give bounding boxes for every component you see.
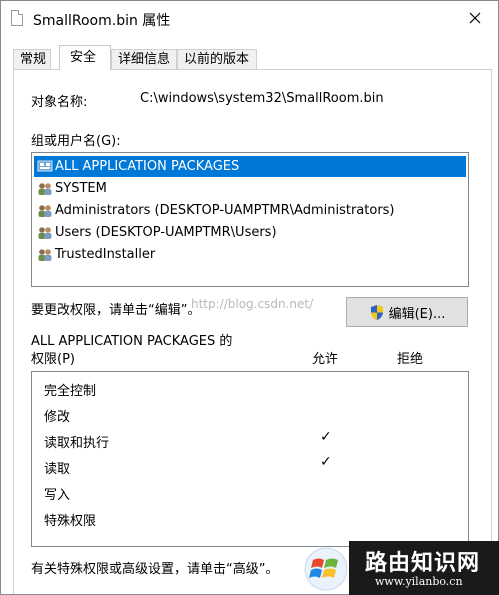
user-group-icon [38,227,52,239]
permissions-title: ALL APPLICATION PACKAGES 的 [31,334,233,349]
users-list[interactable]: ALL APPLICATION PACKAGES SYSTEM Administ… [31,152,469,287]
uac-shield-icon [370,304,383,320]
edit-button-label: 编辑(E)... [388,306,446,322]
user-item-label: ALL APPLICATION PACKAGES [55,159,240,174]
file-icon [11,10,23,26]
watermark-text: http://blog.csdn.net/ [191,297,314,311]
advanced-hint: 有关特殊权限或高级设置，请单击“高级”。 [31,562,279,577]
tab-general[interactable]: 常规 [13,49,51,69]
brand-watermark: 路由知识网 www.yilanbo.cn [349,541,499,595]
object-name-label: 对象名称: [31,95,88,110]
permission-name: 特殊权限 [44,514,97,529]
user-group-icon [38,183,52,195]
user-group-icon [38,249,52,261]
permissions-label: 权限(P) [31,352,75,367]
allow-check: ✓ [320,429,332,445]
list-item[interactable]: SYSTEM [34,178,107,199]
column-deny: 拒绝 [397,352,424,367]
tab-previous-versions[interactable]: 以前的版本 [177,49,257,69]
user-item-label: Users (DESKTOP-UAMPTMR\Users) [55,225,277,240]
brand-name: 路由知识网 [365,551,481,576]
close-button[interactable] [452,1,498,35]
permission-name: 写入 [44,488,71,503]
permission-name: 修改 [44,410,71,425]
brand-url: www.yilanbo.cn [375,575,463,588]
permission-name: 读取和执行 [44,436,110,451]
edit-hint: 要更改权限，请单击“编辑”。 [31,303,201,318]
users-label: 组或用户名(G): [31,134,121,149]
tab-security[interactable]: 安全 [59,45,111,70]
tab-details[interactable]: 详细信息 [111,49,177,69]
list-item[interactable]: Users (DESKTOP-UAMPTMR\Users) [34,222,277,243]
object-name-value: C:\windows\system32\SmallRoom.bin [140,91,384,106]
permission-name: 读取 [44,462,71,477]
list-item[interactable]: ALL APPLICATION PACKAGES [34,156,466,177]
app-packages-icon [37,160,53,172]
windows-logo-icon [304,547,348,591]
close-icon [469,12,481,24]
list-item[interactable]: Administrators (DESKTOP-UAMPTMR\Administ… [34,200,395,221]
permission-name: 完全控制 [44,384,97,399]
user-item-label: TrustedInstaller [55,247,156,262]
user-item-label: Administrators (DESKTOP-UAMPTMR\Administ… [55,203,395,218]
user-item-label: SYSTEM [55,181,107,196]
properties-window: SmallRoom.bin 属性 常规 安全 详细信息 以前的版本 对象名称: … [0,0,499,595]
permissions-list[interactable]: 完全控制 修改 读取和执行 ✓ 读取 ✓ 写入 特殊权限 [31,371,469,547]
title-bar[interactable]: SmallRoom.bin 属性 [1,1,498,37]
column-allow: 允许 [312,352,339,367]
list-item[interactable]: TrustedInstaller [34,244,155,265]
allow-check: ✓ [320,454,332,470]
window-title: SmallRoom.bin 属性 [33,13,171,29]
user-group-icon [38,205,52,217]
edit-button[interactable]: 编辑(E)... [346,297,468,327]
